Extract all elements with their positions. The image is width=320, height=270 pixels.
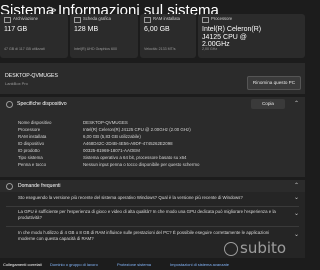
chevron-down-icon[interactable]: ⌄ [294,231,299,238]
spec-key: RAM installata [18,134,47,139]
subito-watermark: subito [224,238,304,260]
spec-value: 00325-81969-18071-AAOEM [83,148,140,153]
device-model: LankBox Pro [5,81,28,86]
storage-value: 117 GB [4,26,28,33]
device-specs-title: Specifiche dispositivo [17,101,67,107]
summary-cards: Archiviazione 117 GB 47 GB di 117 GB uti… [0,14,305,58]
device-name: DESKTOP-QVMUGES [5,73,58,79]
spec-row: RAM installata 6,00 GB (5,83 GB utilizza… [18,134,303,141]
advanced-system-settings-link[interactable]: Impostazioni di sistema avanzate [170,262,229,267]
spec-value: Sistema operativo a 64 bit, processore b… [83,155,187,160]
system-protection-link[interactable]: Protezione sistema [117,262,151,267]
spec-key: Processore [18,127,41,132]
rename-pc-button[interactable]: Rinomina questo PC [247,76,301,90]
graphics-detail: Intel(R) UHD Graphics 600 [74,47,117,51]
subito-logo-icon [224,242,238,256]
divider [6,226,299,227]
processor-card[interactable]: Processore Intel(R) Celeron(R) J4125 CPU… [198,14,305,58]
spec-value: Nessun input penna o tocco disponibile p… [83,162,200,167]
faq-question[interactable]: La GPU è sufficiente per l'esperienza di… [18,209,278,221]
spec-value: A468D42C-2D4B-4E56-A9DF-4745262E2098 [83,141,173,146]
ram-label: RAM installata [153,16,180,21]
chevron-down-icon[interactable]: ⌄ [294,194,299,201]
help-icon [6,183,13,190]
processor-detail: 2,00 GHz [202,47,218,51]
chevron-up-icon[interactable]: ⌃ [294,182,299,189]
ram-detail: Velocità: 2133 MT/s [144,47,176,51]
divider [6,206,299,207]
spec-row: Processore Intel(R) Celeron(R) J4125 CPU… [18,127,303,134]
related-links: Collegamenti correlati Dominio o gruppo … [0,259,305,270]
graphics-label: Scheda grafica [83,16,111,21]
copy-button[interactable]: Copia [251,99,285,109]
spec-row: Nome dispositivo DESKTOP-QVMUGES [18,120,303,127]
spec-row: Penna e tocco Nessun input penna o tocco… [18,162,303,169]
device-name-panel: DESKTOP-QVMUGES LankBox Pro Rinomina que… [0,63,305,94]
spec-row: ID dispositivo A468D42C-2D4B-4E56-A9DF-4… [18,141,303,148]
device-specs-header[interactable]: Specifiche dispositivo Copia ⌃ [0,97,305,111]
storage-label: Archiviazione [13,16,38,21]
related-links-label: Collegamenti correlati [3,262,42,267]
spec-row: ID prodotto 00325-81969-18071-AAOEM [18,148,303,155]
ram-value: 6,00 GB [144,26,170,33]
watermark-text: subito [240,239,287,257]
storage-icon [4,17,11,23]
spec-row: Tipo sistema Sistema operativo a 64 bit,… [18,155,303,162]
spec-key: Penna e tocco [18,162,47,167]
faq-question[interactable]: Sto eseguendo la versione più recente de… [18,195,278,201]
graphics-card[interactable]: Scheda grafica 128 MB Intel(R) UHD Graph… [70,14,138,58]
storage-detail: 47 GB di 117 GB utilizzati [4,47,45,51]
spec-value: 6,00 GB (5,83 GB utilizzabile) [83,134,141,139]
spec-key: Nome dispositivo [18,120,52,125]
chevron-up-icon[interactable]: ⌃ [294,100,299,107]
spec-key: Tipo sistema [18,155,43,160]
graphics-icon [74,17,81,23]
graphics-value: 128 MB [74,26,99,33]
processor-label: Processore [211,16,233,21]
storage-card[interactable]: Archiviazione 117 GB 47 GB di 117 GB uti… [0,14,68,58]
spec-value: DESKTOP-QVMUGES [83,120,128,125]
spec-value: Intel(R) Celeron(R) J4125 CPU @ 2.00GHz … [83,127,191,132]
spec-key: ID prodotto [18,148,40,153]
domain-workgroup-link[interactable]: Dominio o gruppo di lavoro [50,262,98,267]
faq-header[interactable]: Domande frequenti ⌃ [0,180,305,192]
chevron-down-icon[interactable]: ⌄ [294,210,299,217]
info-icon [6,101,13,108]
processor-icon [202,17,209,23]
ram-card[interactable]: RAM installata 6,00 GB Velocità: 2133 MT… [140,14,196,58]
processor-value: Intel(R) Celeron(R) J4125 CPU @ 2.00GHz [202,26,262,48]
faq-title: Domande frequenti [18,183,61,189]
ram-icon [144,17,151,23]
device-specs-panel: Specifiche dispositivo Copia ⌃ Nome disp… [0,97,305,177]
spec-key: ID dispositivo [18,141,45,146]
